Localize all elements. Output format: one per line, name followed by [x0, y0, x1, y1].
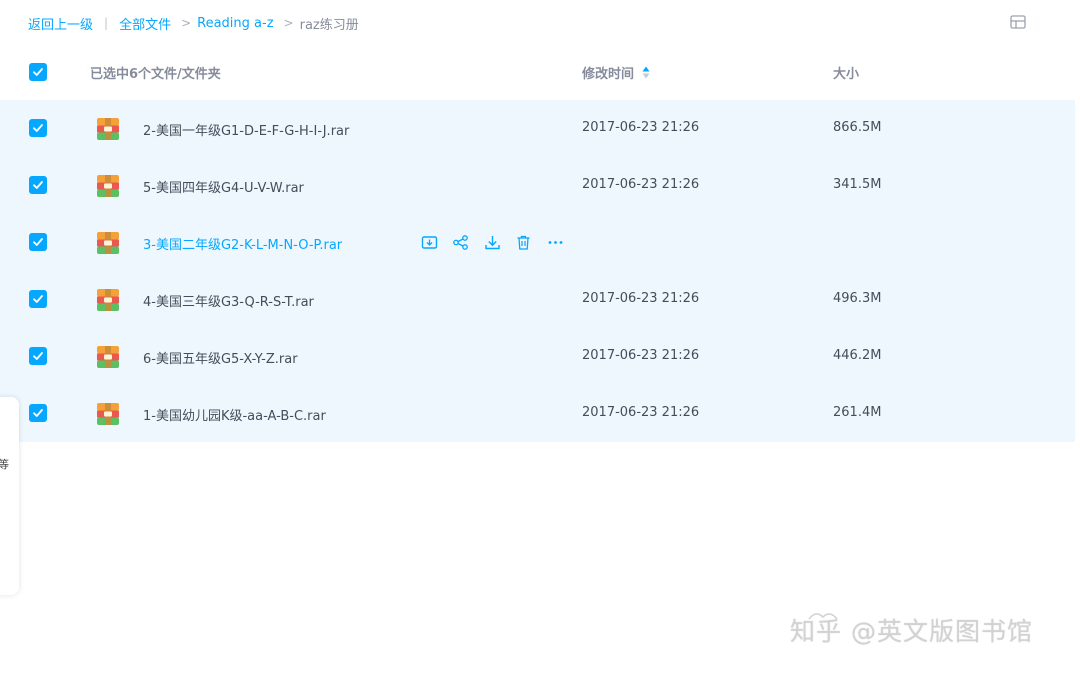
row-actions [420, 233, 578, 251]
file-size: 341.5M [833, 177, 882, 192]
breadcrumb-divider: | [104, 16, 109, 30]
file-list: 2-美国一年级G1-D-E-F-G-H-I-J.rar 2017-06-23 21… [0, 100, 1075, 442]
breadcrumb-item-all-files[interactable]: 全部文件 [119, 14, 171, 33]
back-link[interactable]: 返回上一级 [28, 14, 93, 33]
file-row[interactable]: 3-美国二年级G2-K-L-M-N-O-P.rar [0, 214, 1075, 271]
file-name[interactable]: 4-美国三年级G3-Q-R-S-T.rar [143, 291, 314, 310]
more-icon[interactable] [546, 233, 564, 251]
save-to-netdisk-icon[interactable] [420, 233, 438, 251]
file-modified-time: 2017-06-23 21:26 [582, 177, 700, 192]
watermark-text: 知乎 @英文版图书馆 [790, 617, 1033, 646]
delete-icon[interactable] [515, 233, 533, 251]
file-name[interactable]: 5-美国四年级G4-U-V-W.rar [143, 177, 304, 196]
file-row[interactable]: 4-美国三年级G3-Q-R-S-T.rar 2017-06-23 21:26 496… [0, 271, 1075, 328]
side-panel-text: 等 [0, 458, 9, 471]
sort-icon [642, 66, 650, 79]
checkmark-icon [33, 352, 43, 360]
breadcrumb-item-reading-a-z[interactable]: Reading a-z [197, 16, 273, 31]
download-icon[interactable] [483, 233, 501, 251]
file-row[interactable]: 5-美国四年级G4-U-V-W.rar 2017-06-23 21:26 341.5… [0, 157, 1075, 214]
sort-by-time-header[interactable]: 修改时间 [582, 63, 650, 82]
selected-count-label: 已选中6个文件/文件夹 [90, 67, 221, 82]
breadcrumb-current: raz练习册 [299, 17, 359, 33]
select-all-checkbox[interactable] [29, 63, 47, 81]
row-checkbox[interactable] [29, 176, 47, 194]
breadcrumb-arrow: > [283, 16, 294, 30]
file-size: 496.3M [833, 291, 882, 306]
rar-file-icon [96, 288, 120, 312]
rar-file-icon [96, 231, 120, 255]
row-checkbox[interactable] [29, 347, 47, 365]
breadcrumb-arrow: > [181, 16, 192, 30]
checkmark-icon [33, 181, 43, 189]
file-name[interactable]: 3-美国二年级G2-K-L-M-N-O-P.rar [143, 234, 342, 253]
share-icon[interactable] [452, 233, 470, 251]
file-modified-time: 2017-06-23 21:26 [582, 405, 700, 420]
rar-file-icon [96, 402, 120, 426]
rar-file-icon [96, 117, 120, 141]
file-name[interactable]: 2-美国一年级G1-D-E-F-G-H-I-J.rar [143, 120, 349, 139]
file-size: 866.5M [833, 120, 882, 135]
file-name[interactable]: 6-美国五年级G5-X-Y-Z.rar [143, 348, 298, 367]
file-modified-time: 2017-06-23 21:26 [582, 120, 700, 135]
file-list-header: 已选中6个文件/文件夹 修改时间 大小 [0, 45, 1075, 97]
file-modified-time: 2017-06-23 21:26 [582, 291, 700, 306]
file-row[interactable]: 2-美国一年级G1-D-E-F-G-H-I-J.rar 2017-06-23 21… [0, 100, 1075, 157]
checkmark-icon [33, 409, 43, 417]
file-size: 261.4M [833, 405, 882, 420]
file-row[interactable]: 6-美国五年级G5-X-Y-Z.rar 2017-06-23 21:26 446.2… [0, 328, 1075, 385]
side-panel[interactable] [0, 397, 19, 595]
file-size: 446.2M [833, 348, 882, 363]
row-checkbox[interactable] [29, 119, 47, 137]
rar-file-icon [96, 174, 120, 198]
checkmark-icon [33, 124, 43, 132]
file-row[interactable]: 1-美国幼儿园K级-aa-A-B-C.rar 2017-06-23 21:26 26… [0, 385, 1075, 442]
file-modified-time: 2017-06-23 21:26 [582, 348, 700, 363]
size-column-label: 大小 [833, 67, 860, 82]
checkmark-icon [33, 68, 43, 76]
time-column-label: 修改时间 [582, 67, 635, 82]
row-checkbox[interactable] [29, 233, 47, 251]
file-name[interactable]: 1-美国幼儿园K级-aa-A-B-C.rar [143, 405, 326, 424]
breadcrumb: 返回上一级 | 全部文件 > Reading a-z > raz练习册 [28, 13, 359, 33]
grid-view-icon[interactable] [1010, 15, 1026, 29]
checkmark-icon [33, 238, 43, 246]
checkmark-icon [33, 295, 43, 303]
row-checkbox[interactable] [29, 404, 47, 422]
rar-file-icon [96, 345, 120, 369]
row-checkbox[interactable] [29, 290, 47, 308]
